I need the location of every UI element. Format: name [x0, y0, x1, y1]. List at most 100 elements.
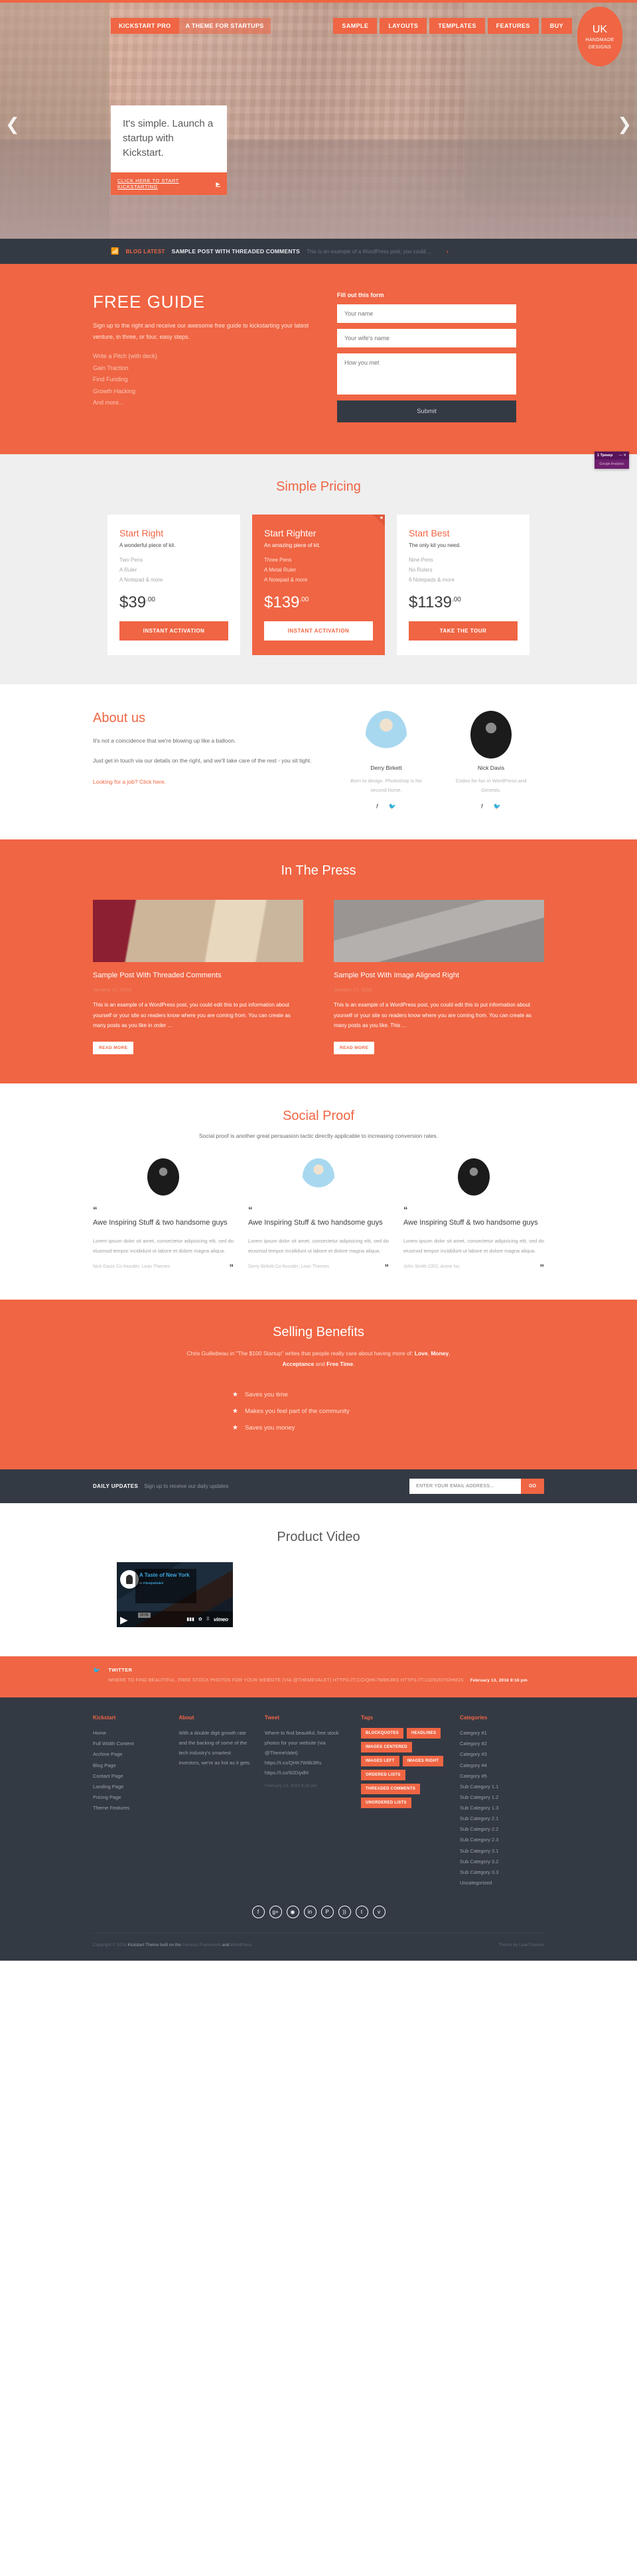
hero-road [0, 139, 637, 239]
newsletter-go-button[interactable]: GO [521, 1479, 544, 1495]
ticker-post-title[interactable]: SAMPLE POST WITH THREADED COMMENTS [172, 248, 300, 255]
read-more-button[interactable]: READ MORE [93, 1041, 134, 1054]
wordpress-link[interactable]: WordPress [230, 1943, 251, 1947]
job-link[interactable]: Looking for a job? Click here. [93, 778, 166, 785]
category-link[interactable]: Sub Category 3.2 [460, 1857, 544, 1867]
testimonial-body: Lorem ipsum dolor sit amet, consectetur … [93, 1237, 234, 1254]
menu-item-sample[interactable]: SAMPLE [333, 18, 378, 34]
plan-cta-button[interactable]: INSTANT ACTIVATION [119, 621, 228, 641]
vimeo-icon[interactable]: v [372, 1906, 386, 1919]
category-link[interactable]: Category #4 [460, 1760, 544, 1771]
plan-subtitle: A wonderful piece of kit. [119, 542, 176, 548]
menu-item-templates[interactable]: TEMPLATES [429, 18, 485, 34]
hero-slide: It's simple. Launch a startup with Kicks… [111, 105, 227, 196]
google-plus-icon[interactable]: g+ [269, 1906, 282, 1919]
linkedin-icon[interactable]: in [303, 1906, 317, 1919]
tag-chip[interactable]: UNORDERED LISTS [360, 1798, 411, 1809]
tag-chip[interactable]: THREADED COMMENTS [360, 1784, 421, 1795]
pinterest-icon[interactable]: P [320, 1906, 334, 1919]
name-input[interactable] [337, 304, 516, 323]
instagram-icon[interactable]: ◉ [286, 1906, 299, 1919]
facebook-icon[interactable]: f [251, 1906, 265, 1919]
member-social: 𝑓 🐦 [451, 803, 531, 810]
post-thumbnail[interactable] [334, 899, 544, 962]
footer-link[interactable]: Theme Features [93, 1803, 165, 1813]
footer-link[interactable]: Contact Page [93, 1771, 165, 1782]
minimize-icon[interactable]: — [618, 454, 622, 458]
tag-chip[interactable]: IMAGES CENTERED [360, 1742, 412, 1753]
how-you-met-textarea[interactable] [337, 353, 516, 395]
tag-chip[interactable]: IMAGES LEFT [360, 1756, 399, 1767]
tag-chip[interactable]: HEADLINES [406, 1728, 441, 1739]
category-link[interactable]: Sub Category 1.2 [460, 1792, 544, 1803]
press-post: Sample Post With Image Aligned Right Jan… [334, 899, 544, 1054]
carousel-prev-icon[interactable]: ❮ [5, 115, 20, 133]
footer-link[interactable]: Home [93, 1728, 165, 1739]
tag-chip[interactable]: BLOCKQUOTES [360, 1728, 403, 1739]
footer-col-tags: Tags BLOCKQUOTES HEADLINES IMAGES CENTER… [360, 1715, 447, 1888]
settings-gear-icon[interactable]: ✿ [198, 1617, 202, 1622]
menu-item-layouts[interactable]: LAYOUTS [380, 18, 427, 34]
footer-link[interactable]: Blog Page [93, 1760, 165, 1771]
facebook-icon[interactable]: 𝑓 [376, 803, 378, 810]
tag-chip[interactable]: ORDERED LISTS [360, 1770, 405, 1781]
quality-icon[interactable]: ▮▮▮ [186, 1617, 194, 1622]
close-quote-icon: ” [384, 1262, 389, 1272]
play-icon[interactable]: ▶ [120, 1615, 128, 1625]
wife-name-input[interactable] [337, 329, 516, 347]
read-more-button[interactable]: READ MORE [334, 1041, 375, 1054]
testimonial-title: Awe Inspiring Stuff & two handsome guys [403, 1218, 538, 1227]
twitter-icon[interactable]: t [355, 1906, 368, 1919]
menu-item-buy[interactable]: BUY [541, 18, 572, 34]
testimonial-cite: Derry Birkett Co-founder, Lean Themes [248, 1264, 330, 1270]
team-member-derry: Derry Birkett Born to design. Photoshop … [346, 711, 426, 810]
category-link[interactable]: Uncategorized [460, 1878, 544, 1888]
leanthemes-link[interactable]: LeanThemes [519, 1943, 544, 1947]
brand-logo[interactable]: KICKSTART PRO [111, 18, 179, 34]
plan-cta-button[interactable]: INSTANT ACTIVATION [264, 621, 373, 641]
video-controls-bar: ▶ ▮▮▮ ✿ ⠿ vimeo [117, 1611, 233, 1628]
twitter-label: TWITTER [108, 1667, 133, 1674]
twitter-icon[interactable]: 🐦 [494, 803, 501, 810]
email-input[interactable] [409, 1479, 522, 1495]
category-link[interactable]: Category #2 [460, 1739, 544, 1749]
category-link[interactable]: Category #3 [460, 1749, 544, 1760]
footer-link[interactable]: Pricing Page [93, 1792, 165, 1803]
twitter-icon[interactable]: 🐦 [389, 803, 396, 810]
video-right-controls: ▮▮▮ ✿ ⠿ vimeo [186, 1617, 228, 1623]
close-icon[interactable]: ✕ [623, 454, 626, 458]
facebook-icon[interactable]: 𝑓 [481, 803, 483, 810]
genesis-link[interactable]: Genesis Framework [182, 1943, 221, 1947]
video-title[interactable]: A Taste of New York [139, 1572, 192, 1579]
footer-link[interactable]: Full Width Content [93, 1739, 165, 1749]
category-link[interactable]: Category #1 [460, 1728, 544, 1739]
category-link[interactable]: Category #5 [460, 1771, 544, 1782]
video-channel[interactable]: FilmSpektakel [143, 1581, 163, 1585]
plan-cta-button[interactable]: TAKE THE TOUR [409, 621, 518, 641]
about-section: About us It's not a coincidence that we'… [0, 684, 637, 839]
fullscreen-icon[interactable]: ⠿ [206, 1617, 210, 1622]
hero-cta-button[interactable]: CLICK HERE TO START KICKSTARTING ▶ [111, 172, 227, 196]
free-guide-section: FREE GUIDE Sign up to the right and rece… [0, 264, 637, 469]
footer-link[interactable]: Landing Page [93, 1782, 165, 1792]
post-thumbnail[interactable] [93, 899, 303, 962]
theme-name-link[interactable]: Kickstart Theme [128, 1943, 159, 1947]
category-link[interactable]: Sub Category 1.3 [460, 1803, 544, 1813]
post-title[interactable]: Sample Post With Threaded Comments [93, 971, 303, 981]
category-link[interactable]: Sub Category 1.1 [460, 1782, 544, 1792]
category-link[interactable]: Sub Category 2.3 [460, 1835, 544, 1845]
category-link[interactable]: Sub Category 2.1 [460, 1813, 544, 1824]
vimeo-player[interactable]: A Taste of New York от FilmSpektakel 02:… [117, 1562, 233, 1628]
ticker-next-icon[interactable]: › [447, 248, 449, 255]
vimeo-logo[interactable]: vimeo [214, 1617, 228, 1623]
submit-button[interactable]: Submit [337, 400, 516, 422]
category-link[interactable]: Sub Category 2.2 [460, 1824, 544, 1835]
carousel-next-icon[interactable]: ❯ [617, 115, 632, 133]
post-title[interactable]: Sample Post With Image Aligned Right [334, 971, 544, 981]
category-link[interactable]: Sub Category 3.1 [460, 1846, 544, 1857]
menu-item-features[interactable]: FEATURES [487, 18, 539, 34]
footer-link[interactable]: Archive Page [93, 1749, 165, 1760]
rss-icon[interactable]: )) [338, 1906, 351, 1919]
tag-chip[interactable]: IMAGES RIGHT [402, 1756, 444, 1767]
category-link[interactable]: Sub Category 3.3 [460, 1867, 544, 1878]
